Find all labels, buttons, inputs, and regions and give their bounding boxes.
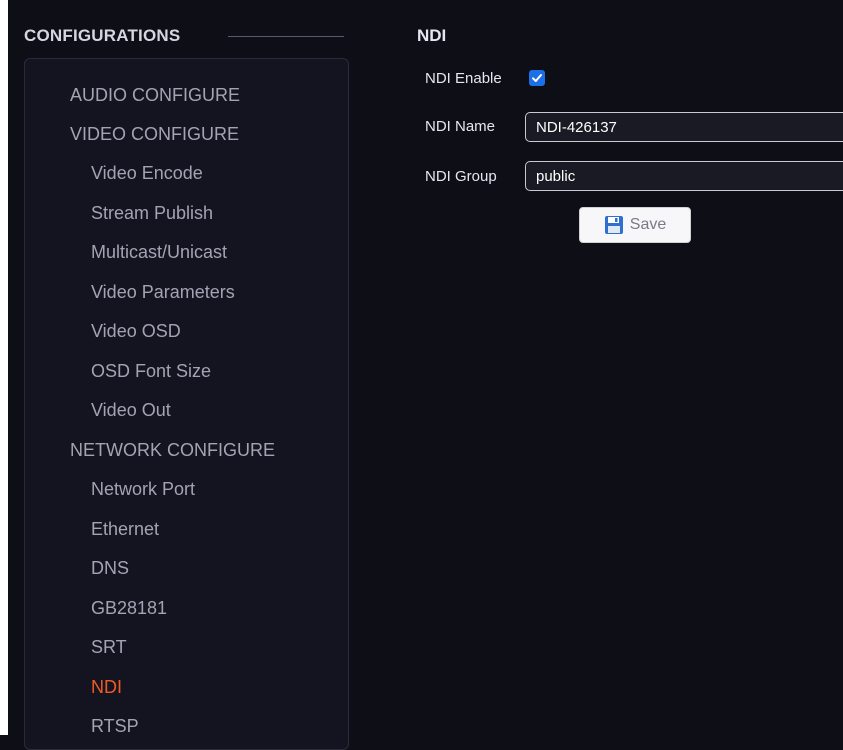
sidebar-item-ndi[interactable]: NDI	[91, 677, 122, 698]
header-divider	[228, 36, 344, 37]
sidebar-item-network-configure[interactable]: NETWORK CONFIGURE	[70, 440, 275, 461]
sidebar-item-multicast-unicast[interactable]: Multicast/Unicast	[91, 242, 227, 263]
sidebar-item-osd-font-size[interactable]: OSD Font Size	[91, 361, 211, 382]
sidebar-item-video-configure[interactable]: VIDEO CONFIGURE	[70, 124, 239, 145]
sidebar-item-dns[interactable]: DNS	[91, 558, 129, 579]
sidebar-item-video-encode[interactable]: Video Encode	[91, 163, 203, 184]
ndi-settings-panel: NDI NDI Enable NDI Name NDI Group Save	[400, 0, 843, 735]
page-title: NDI	[417, 26, 447, 45]
checkmark-icon	[532, 74, 542, 82]
ndi-name-label: NDI Name	[425, 118, 496, 135]
ndi-enable-label: NDI Enable	[425, 70, 502, 87]
ndi-name-input[interactable]	[525, 112, 843, 142]
sidebar-item-video-out[interactable]: Video Out	[91, 400, 171, 421]
sidebar-item-audio-configure[interactable]: AUDIO CONFIGURE	[70, 85, 240, 106]
ndi-enable-checkbox[interactable]	[529, 70, 545, 86]
sidebar-item-video-parameters[interactable]: Video Parameters	[91, 282, 235, 303]
save-button-label: Save	[629, 216, 667, 233]
sidebar-header: CONFIGURATIONS	[24, 26, 181, 45]
save-button[interactable]: Save	[579, 207, 691, 243]
floppy-disk-icon	[604, 216, 623, 234]
ndi-group-input[interactable]	[525, 161, 843, 191]
sidebar-item-video-osd[interactable]: Video OSD	[91, 321, 181, 342]
sidebar-menu: AUDIO CONFIGURE VIDEO CONFIGURE Video En…	[24, 58, 349, 750]
sidebar-item-gb28181[interactable]: GB28181	[91, 598, 167, 619]
sidebar-item-rtsp[interactable]: RTSP	[91, 716, 139, 737]
ndi-group-label: NDI Group	[425, 168, 497, 185]
sidebar-item-network-port[interactable]: Network Port	[91, 479, 195, 500]
window-edge	[0, 0, 8, 735]
sidebar-item-srt[interactable]: SRT	[91, 637, 127, 658]
sidebar-item-ethernet[interactable]: Ethernet	[91, 519, 159, 540]
sidebar: CONFIGURATIONS AUDIO CONFIGURE VIDEO CON…	[8, 0, 362, 750]
sidebar-item-stream-publish[interactable]: Stream Publish	[91, 203, 213, 224]
